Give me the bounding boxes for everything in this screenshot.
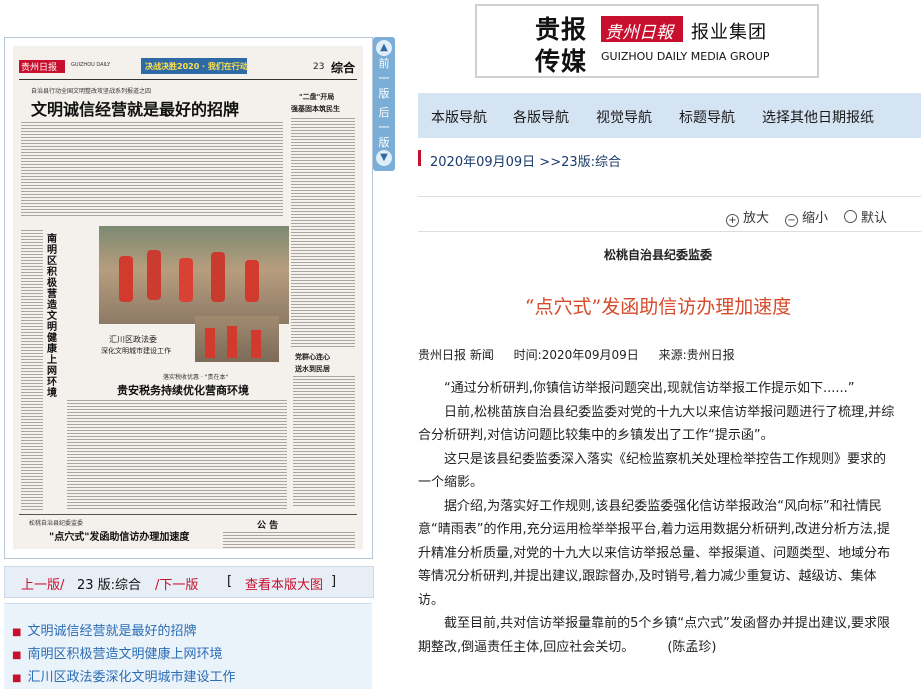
next-page-vertical-button[interactable]: 后一版 ▼ xyxy=(375,105,393,166)
nav-page-navigation[interactable]: 本版导航 xyxy=(431,107,487,127)
paper-rule xyxy=(19,79,357,80)
headline-link[interactable]: 汇川区政法委深化文明城市建设工作 xyxy=(27,670,235,685)
default-size-button[interactable]: 默认 xyxy=(844,207,887,226)
bullet-icon: ■ xyxy=(12,673,22,684)
paper-text-block xyxy=(291,118,355,348)
bullet-icon: ■ xyxy=(12,627,22,638)
page-switch-bar: ▲ 前一版 后一版 ▼ xyxy=(373,37,395,171)
logo-mark-line1: 贵报 xyxy=(535,15,588,44)
paper-masthead-en: GUIZHOU DAILY xyxy=(71,62,111,68)
paper-bottom-headline: "点穴式"发函助信访办理加速度 xyxy=(49,532,190,543)
newspaper-page-image[interactable]: 贵州日报 GUIZHOU DAILY 决战决胜2020 · 我们在行动 23 综… xyxy=(13,46,363,549)
paper-right-box-1: 党群心连心 xyxy=(295,353,330,361)
paper-kicker: 自治县行动全国文明整改攻坚战系列报道之四 xyxy=(31,88,152,95)
bracket-left: [ xyxy=(227,574,233,589)
breadcrumb: 2020年09月09日 >>23版:综合 xyxy=(418,147,918,171)
breadcrumb-text[interactable]: 2020年09月09日 >>23版:综合 xyxy=(430,151,621,170)
article-from: 来源:贵州日报 xyxy=(658,348,735,362)
article-paragraph: 日前,松桃苗族自治县纪委监委对党的十九大以来信访举报问题进行了梳理,并综合分析研… xyxy=(418,404,895,444)
current-page-label: 23 版:综合 xyxy=(77,578,142,593)
next-page-link[interactable]: /下一版 xyxy=(155,574,198,593)
prev-page-vertical-label: 前一版 xyxy=(378,57,390,100)
shrink-button[interactable]: − 缩小 xyxy=(785,207,828,227)
bracket-right: ] xyxy=(331,574,337,589)
article-kicker: 松桃自治县纪委监委 xyxy=(603,248,712,262)
paper-text-block xyxy=(21,122,283,218)
headline-list-item[interactable]: ■ 汇川区政法委深化文明城市建设工作 xyxy=(12,666,235,685)
view-large-image-link[interactable]: 查看本版大图 xyxy=(245,574,323,593)
headline-list-item[interactable]: ■ 文明诚信经营就是最好的招牌 xyxy=(12,620,196,639)
left-column: 贵州日报 GUIZHOU DAILY 决战决胜2020 · 我们在行动 23 综… xyxy=(0,0,400,689)
bullet-icon: ■ xyxy=(12,650,22,661)
article-paragraph: “通过分析研判,你镇信访举报问题突出,现就信访举报工作提示如下......” xyxy=(444,381,855,396)
paper-text-block xyxy=(223,532,355,548)
arrow-up-icon: ▲ xyxy=(376,40,392,56)
article-paragraph: 这只是该县纪委监委深入落实《纪检监察机关处理检举控告工作规则》要求的一个缩影。 xyxy=(418,451,887,491)
paper-mid-kicker: 落实税收优惠 · "贵在本" xyxy=(163,374,229,381)
minus-circle-icon: − xyxy=(785,214,798,227)
prev-page-vertical-button[interactable]: ▲ 前一版 xyxy=(375,40,393,101)
default-label: 默认 xyxy=(861,211,888,226)
enlarge-button[interactable]: + 放大 xyxy=(726,207,769,227)
paper-caption-2: 深化文明城市建设工作 xyxy=(101,347,171,355)
paper-vertical-headline: 南明区积极营造文明健康上网环境 xyxy=(47,234,57,399)
prev-page-link[interactable]: 上一版/ xyxy=(21,574,64,593)
enlarge-label: 放大 xyxy=(743,211,770,226)
paper-text-block xyxy=(21,230,43,510)
headline-list: ■ 文明诚信经营就是最好的招牌 ■ 南明区积极营造文明健康上网环境 ■ 汇川区政法委深… xyxy=(4,603,372,689)
newspaper-page-thumbnail[interactable]: 贵州日报 GUIZHOU DAILY 决战决胜2020 · 我们在行动 23 综… xyxy=(4,37,373,559)
breadcrumb-marker xyxy=(418,150,421,166)
logo-brand-text: 贵州日報 xyxy=(605,23,673,43)
next-page-vertical-label: 后一版 xyxy=(378,106,390,149)
circle-icon xyxy=(844,210,857,223)
logo-group-en: GUIZHOU DAILY MEDIA GROUP xyxy=(601,50,770,63)
nav-titles[interactable]: 标题导航 xyxy=(679,107,735,127)
article-paragraph: 截至目前,共对信访举报量靠前的5个乡镇“点穴式”发函督办并提出建议,要求限期整改… xyxy=(418,616,891,655)
paper-side-head-2: 强基固本筑民生 xyxy=(291,105,340,113)
nav-visual[interactable]: 视觉导航 xyxy=(596,107,652,127)
nav-other-dates[interactable]: 选择其他日期报纸 xyxy=(762,107,874,127)
article-paragraph: 据介绍,为落实好工作规则,该县纪委监委强化信访举报政治“风向标”和社情民意“晴雨… xyxy=(418,498,891,608)
arrow-down-icon: ▼ xyxy=(376,150,392,166)
paper-right-box-2: 送水到民居 xyxy=(295,365,330,373)
page-navigation: 上一版/ 23 版:综合 /下一版 [ 查看本版大图 ] xyxy=(4,566,374,598)
paper-masthead-text: 贵州日报 xyxy=(21,63,58,73)
paper-text-block xyxy=(293,376,355,506)
paper-side-head-1: "二盘"开局 xyxy=(299,93,335,101)
paper-notice-title: 公 告 xyxy=(257,521,279,531)
headline-link[interactable]: 南明区积极营造文明健康上网环境 xyxy=(27,647,222,662)
article-body: “通过分析研判,你镇信访举报问题突出,现就信访举报工作提示如下......” 日… xyxy=(418,377,896,659)
media-group-logo[interactable]: 贵报 传媒 贵州日報 报业集团 GUIZHOU DAILY MEDIA GROU… xyxy=(475,4,819,78)
paper-small-photo xyxy=(195,316,279,362)
paper-headline: 文明诚信经营就是最好的招牌 xyxy=(31,100,240,119)
plus-circle-icon: + xyxy=(726,214,739,227)
headline-link[interactable]: 文明诚信经营就是最好的招牌 xyxy=(27,624,196,639)
logo-group-text: 报业集团 xyxy=(691,22,767,43)
paper-page-section: 综合 xyxy=(331,61,356,75)
paper-caption-1: 汇川区政法委 xyxy=(109,335,157,344)
logo-mark-line2: 传媒 xyxy=(535,47,588,76)
headline-list-item[interactable]: ■ 南明区积极营造文明健康上网环境 xyxy=(12,643,222,662)
zoom-controls: + 放大 − 缩小 默认 xyxy=(418,196,921,232)
article-time: 时间:2020年09月09日 xyxy=(513,348,639,362)
article-title: “点穴式”发函助信访办理加速度 xyxy=(524,296,792,318)
paper-rule xyxy=(19,514,357,515)
article-meta: 贵州日报 新闻 时间:2020年09月09日 来源:贵州日报 xyxy=(418,346,751,363)
paper-page-no: 23 xyxy=(313,62,325,72)
paper-main-photo xyxy=(99,226,289,324)
paper-text-block xyxy=(67,400,287,510)
nav-all-pages[interactable]: 各版导航 xyxy=(513,107,569,127)
paper-bottom-kicker: 松桃自治县纪委监委 xyxy=(29,520,84,527)
main-nav-bar: 本版导航 各版导航 视觉导航 标题导航 选择其他日期报纸 xyxy=(418,93,921,138)
article-source: 贵州日报 新闻 xyxy=(418,348,494,362)
paper-mid-headline: 贵安税务持续优化营商环境 xyxy=(117,384,249,397)
paper-banner-text: 决战决胜2020 · 我们在行动 xyxy=(145,62,248,71)
shrink-label: 缩小 xyxy=(802,211,829,226)
